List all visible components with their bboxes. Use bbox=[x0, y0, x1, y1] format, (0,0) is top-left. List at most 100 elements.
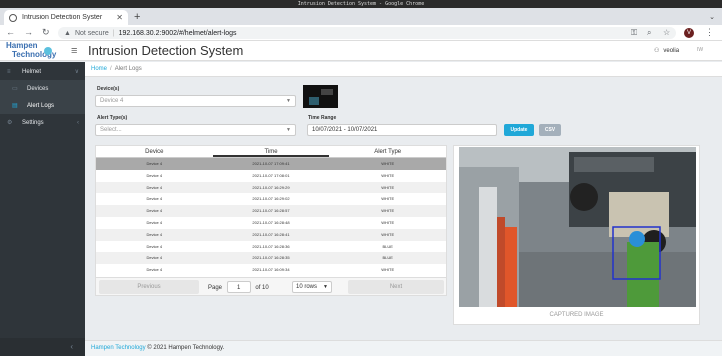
company-logo[interactable]: Hampen Technology bbox=[6, 42, 64, 60]
device-preview-thumbnail[interactable] bbox=[303, 85, 338, 108]
table-cell: Device 4 bbox=[146, 219, 163, 225]
profile-avatar[interactable]: V bbox=[684, 28, 694, 38]
table-row[interactable]: Device 4 2021-10-07 16:09:34 WHITE bbox=[96, 264, 446, 276]
chevron-down-icon: ▼ bbox=[286, 98, 291, 104]
time-range-input[interactable]: 10/07/2021 - 10/07/2021 bbox=[307, 124, 497, 136]
language-toggle[interactable]: IW bbox=[697, 47, 703, 53]
captured-image-card: CAPTURED IMAGE bbox=[453, 145, 700, 325]
table-cell: 2021-10-07 17:08:01 bbox=[252, 172, 290, 178]
table-row[interactable]: Device 4 2021-10-07 16:28:36 BLUE bbox=[96, 241, 446, 253]
table-cell: Device 4 bbox=[146, 267, 163, 273]
table-cell: 2021-10-07 16:29:29 bbox=[252, 184, 290, 190]
table-cell: 2021-10-07 16:28:36 bbox=[252, 243, 290, 249]
tab-search-icon[interactable]: ⌄ bbox=[709, 13, 715, 21]
sidebar-item-devices[interactable]: ▭ Devices bbox=[0, 80, 85, 97]
table-cell: Device 4 bbox=[146, 172, 163, 178]
alert-type-label: Alert Type(s) bbox=[97, 115, 128, 121]
settings-icon: ⚙ bbox=[7, 120, 13, 126]
sidebar-item-alert-logs[interactable]: ▤ Alert Logs bbox=[0, 97, 85, 114]
table-row[interactable]: Device 4 2021-10-07 16:29:29 WHITE bbox=[96, 181, 446, 194]
browser-menu-icon[interactable]: ⋮ bbox=[705, 27, 714, 38]
sidebar-item-settings[interactable]: ⚙ Settings ‹ bbox=[0, 114, 85, 131]
table-cell: WHITE bbox=[381, 196, 395, 202]
alert-type-placeholder: Select... bbox=[100, 127, 122, 133]
logo-dot bbox=[44, 47, 52, 55]
table-cell: WHITE bbox=[381, 172, 395, 178]
devices-icon: ▭ bbox=[12, 86, 18, 92]
footer: Hampen Technology © 2021 Hampen Technolo… bbox=[85, 340, 722, 356]
sidebar-item-label: Alert Logs bbox=[27, 102, 55, 109]
address-bar: ← → ↻ ▲ Not secure | 192.168.30.2:9002/#… bbox=[0, 25, 722, 41]
app-header: Hampen Technology ≡ Intrusion Detection … bbox=[0, 41, 722, 61]
forward-icon[interactable]: → bbox=[24, 27, 33, 38]
sidebar-minimize-button[interactable]: ‹ bbox=[0, 338, 85, 356]
table-row[interactable]: Device 4 2021-10-07 16:28:48 WHITE bbox=[96, 217, 446, 229]
time-range-label: Time Range bbox=[308, 115, 337, 121]
breadcrumb: Home / Alert Logs bbox=[85, 62, 722, 77]
footer-copyright: © 2021 Hampen Technology. bbox=[147, 345, 225, 351]
table-cell: Device 4 bbox=[146, 196, 163, 202]
url-input[interactable]: ▲ Not secure | 192.168.30.2:9002/#/helme… bbox=[58, 27, 676, 39]
breadcrumb-home-link[interactable]: Home bbox=[91, 66, 107, 72]
table-cell: WHITE bbox=[381, 219, 395, 225]
chevron-down-icon: ▼ bbox=[323, 284, 328, 290]
table-cell: 2021-10-07 17:09:41 bbox=[252, 161, 290, 166]
sidebar-item-label: Helmet bbox=[22, 68, 42, 75]
captured-image[interactable] bbox=[459, 147, 696, 307]
sidebar-item-helmet[interactable]: ≡ Helmet ∨ bbox=[0, 63, 85, 80]
column-header-time[interactable]: Time bbox=[213, 146, 330, 157]
browser-tabstrip: Intrusion Detection Syster ✕ + ⌄ bbox=[0, 8, 722, 25]
update-button[interactable]: Update bbox=[504, 124, 534, 136]
back-icon[interactable]: ← bbox=[6, 27, 15, 38]
table-cell: 2021-10-07 16:28:35 bbox=[252, 255, 290, 261]
table-row[interactable]: Device 4 2021-10-07 17:09:41 WHITE bbox=[96, 158, 446, 170]
footer-brand-link[interactable]: Hampen Technology bbox=[91, 345, 146, 351]
previous-button[interactable]: Previous bbox=[99, 280, 199, 294]
sidebar-item-label: Devices bbox=[27, 85, 49, 92]
hamburger-menu-icon[interactable]: ≡ bbox=[71, 45, 77, 57]
helmet-icon: ≡ bbox=[7, 68, 11, 75]
alert-logs-icon: ▤ bbox=[12, 103, 18, 109]
os-window-title: Intrusion Detection System - Google Chro… bbox=[0, 0, 722, 8]
zoom-icon[interactable]: ⌕ bbox=[647, 28, 651, 38]
table-cell: 2021-10-07 16:09:34 bbox=[252, 267, 290, 273]
column-header-device[interactable]: Device bbox=[96, 146, 213, 157]
new-tab-button[interactable]: + bbox=[134, 12, 140, 23]
table-row[interactable]: Device 4 2021-10-07 16:29:02 WHITE bbox=[96, 193, 446, 205]
table-cell: WHITE bbox=[381, 231, 395, 237]
column-header-alert-type[interactable]: Alert Type bbox=[329, 146, 446, 157]
table-cell: WHITE bbox=[381, 161, 395, 166]
table-row[interactable]: Device 4 2021-10-07 16:28:35 BLUE bbox=[96, 252, 446, 265]
url-text: 192.168.30.2:9002/#/helmet/alert-logs bbox=[118, 29, 237, 37]
page-number-input[interactable]: 1 bbox=[226, 281, 251, 293]
key-icon[interactable]: ⚿ bbox=[631, 28, 637, 38]
separator: | bbox=[112, 29, 115, 37]
user-icon: ⚇ bbox=[654, 48, 660, 54]
table-cell: WHITE bbox=[381, 208, 395, 214]
not-secure-label: Not secure bbox=[74, 29, 109, 37]
chevron-down-icon: ∨ bbox=[74, 69, 79, 75]
next-button[interactable]: Next bbox=[348, 280, 444, 294]
alert-logs-table: Device Time Alert Type Device 4 2021-10-0… bbox=[95, 145, 447, 296]
csv-button[interactable]: CSV bbox=[539, 124, 561, 136]
captured-scene bbox=[459, 147, 696, 307]
table-row[interactable]: Device 4 2021-10-07 16:28:57 WHITE bbox=[96, 205, 446, 217]
reload-icon[interactable]: ↻ bbox=[42, 27, 50, 38]
table-cell: 2021-10-07 16:29:02 bbox=[252, 196, 290, 202]
bookmark-star-icon[interactable]: ☆ bbox=[663, 28, 670, 37]
warning-icon: ▲ bbox=[64, 29, 71, 37]
rows-per-page-select[interactable]: 10 rows ▼ bbox=[292, 281, 332, 293]
table-row[interactable]: Device 4 2021-10-07 17:08:01 WHITE bbox=[96, 170, 446, 182]
table-row[interactable]: Device 4 2021-10-07 16:28:41 WHITE bbox=[96, 228, 446, 241]
alert-type-select[interactable]: Select... ▼ bbox=[95, 124, 296, 136]
user-name: veolia bbox=[663, 48, 680, 54]
device-select[interactable]: Device 4 ▼ bbox=[95, 95, 296, 107]
sidebar: ≡ Helmet ∨ ▭ Devices ▤ Alert Logs ⚙ Sett… bbox=[0, 62, 85, 356]
user-menu[interactable]: ⚇ veolia bbox=[654, 47, 679, 54]
table-cell: Device 4 bbox=[146, 243, 163, 249]
browser-tab[interactable]: Intrusion Detection Syster ✕ bbox=[4, 10, 128, 25]
table-cell: 2021-10-07 16:28:57 bbox=[252, 208, 290, 214]
chevron-down-icon: ▼ bbox=[286, 127, 291, 133]
table-cell: 2021-10-07 16:28:41 bbox=[252, 231, 290, 237]
close-tab-icon[interactable]: ✕ bbox=[116, 13, 123, 22]
